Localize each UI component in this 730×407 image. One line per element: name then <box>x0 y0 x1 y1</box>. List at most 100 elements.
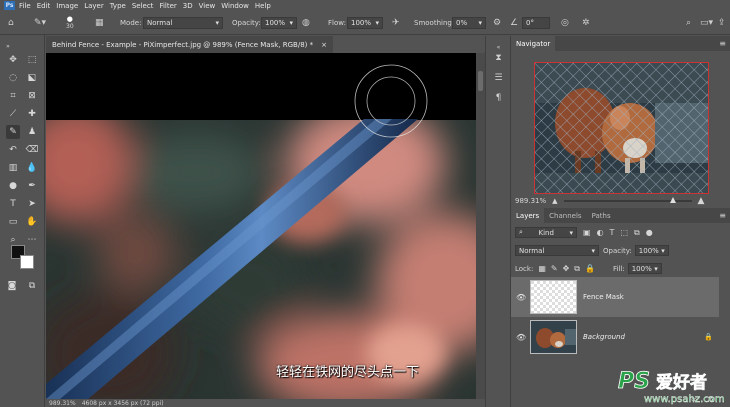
menu-select[interactable]: Select <box>132 2 154 10</box>
layer-name[interactable]: Fence Mask <box>583 293 624 301</box>
navigator-preview <box>535 63 708 193</box>
hand-tool-icon[interactable]: ✋ <box>25 215 39 229</box>
properties-panel-icon[interactable]: ☰ <box>493 72 504 83</box>
lock-position-icon[interactable]: ✥ <box>563 264 570 273</box>
gear-icon[interactable]: ⚙ <box>493 11 501 35</box>
lock-artboard-icon[interactable]: ⧉ <box>574 264 580 274</box>
menu-edit[interactable]: Edit <box>37 2 51 10</box>
lock-image-icon[interactable]: ✎ <box>551 264 558 273</box>
paragraph-panel-icon[interactable]: ¶ <box>493 92 504 103</box>
document-tab[interactable]: Behind Fence - Example - PiXimperfect.jp… <box>46 36 333 53</box>
document-tab-bar: Behind Fence - Example - PiXimperfect.jp… <box>46 36 481 53</box>
vertical-scrollbar[interactable] <box>476 53 485 399</box>
layer-name[interactable]: Background <box>583 333 625 341</box>
layer-row[interactable]: 👁 Background 🔒 <box>511 317 719 357</box>
tab-navigator[interactable]: Navigator <box>511 36 556 51</box>
path-selection-tool-icon[interactable]: ➤ <box>25 197 39 211</box>
lock-row: Lock: ▦ ✎ ✥ ⧉ 🔒 Fill: 100% ▾ <box>511 260 730 277</box>
lock-transparent-icon[interactable]: ▦ <box>538 264 546 273</box>
healing-brush-tool-icon[interactable]: ✚ <box>25 107 39 121</box>
filter-shape-icon[interactable]: ⬚ <box>620 228 628 237</box>
type-tool-icon[interactable]: T <box>6 197 20 211</box>
menu-image[interactable]: Image <box>56 2 78 10</box>
tab-paths[interactable]: Paths <box>587 208 616 223</box>
filter-adjustment-icon[interactable]: ◐ <box>597 228 604 237</box>
pressure-opacity-icon[interactable]: ◍ <box>302 11 310 35</box>
opacity-input[interactable]: 100% ▾ <box>261 17 297 29</box>
tab-channels[interactable]: Channels <box>544 208 586 223</box>
brush-size-picker[interactable]: ● 30 <box>66 11 74 35</box>
dodge-tool-icon[interactable]: ● <box>6 179 20 193</box>
marquee-tool-icon[interactable]: ⬚ <box>25 53 39 67</box>
eye-icon[interactable]: 👁 <box>516 293 526 302</box>
symmetry-icon[interactable]: ✲ <box>582 11 590 35</box>
angle-value: 0° <box>526 19 534 27</box>
status-zoom[interactable]: 989.31% <box>49 400 76 407</box>
history-panel-icon[interactable]: ⧗ <box>493 52 504 63</box>
crop-tool-icon[interactable]: ⌗ <box>6 89 20 103</box>
home-icon[interactable]: ⌂ <box>8 11 14 35</box>
pressure-size-icon[interactable]: ◎ <box>561 11 569 35</box>
gradient-tool-icon[interactable]: ▥ <box>6 161 20 175</box>
layer-opacity-input[interactable]: 100% ▾ <box>634 245 669 256</box>
lasso-tool-icon[interactable]: ◌ <box>6 71 20 85</box>
zoom-out-icon[interactable]: ▲ <box>552 197 557 205</box>
blend-mode-select[interactable]: Normal ▾ <box>515 245 599 256</box>
flow-input[interactable]: 100% ▾ <box>347 17 383 29</box>
clone-stamp-tool-icon[interactable]: ♟ <box>25 125 39 139</box>
screen-mode-icon[interactable]: ⧉ <box>25 279 39 293</box>
zoom-slider-handle[interactable] <box>669 196 676 203</box>
status-doc-info: 4608 px x 3456 px (72 ppi) <box>81 399 164 407</box>
zoom-in-icon[interactable]: ▲ <box>698 196 705 206</box>
menu-type[interactable]: Type <box>110 2 126 10</box>
navigator-zoom-slider[interactable] <box>563 196 692 203</box>
eye-icon[interactable]: 👁 <box>516 333 526 342</box>
layer-row[interactable]: 👁 Fence Mask <box>511 277 719 317</box>
filter-toggle-icon[interactable]: ● <box>646 228 653 237</box>
menu-view[interactable]: View <box>199 2 216 10</box>
layer-kind-filter[interactable]: ⌕ Kind ▾ <box>515 227 577 238</box>
brush-settings-icon[interactable]: ▦ <box>95 11 104 35</box>
brush-preset-icon[interactable]: ✎▾ <box>34 11 46 35</box>
filter-type-icon[interactable]: T <box>610 228 615 237</box>
menu-window[interactable]: Window <box>221 2 249 10</box>
more-tools-icon[interactable]: ⋯ <box>25 233 39 247</box>
workspace-icon[interactable]: ▭▾ <box>700 11 713 35</box>
close-icon[interactable]: × <box>321 41 327 49</box>
mode-select[interactable]: Normal ▾ <box>143 17 223 29</box>
eraser-tool-icon[interactable]: ⌫ <box>25 143 39 157</box>
filter-smart-object-icon[interactable]: ⧉ <box>634 228 640 238</box>
pen-tool-icon[interactable]: ✒ <box>25 179 39 193</box>
brush-tool-icon[interactable]: ✎ <box>6 125 20 139</box>
menu-file[interactable]: File <box>19 2 31 10</box>
fill-input[interactable]: 100% ▾ <box>627 263 662 274</box>
move-tool-icon[interactable]: ✥ <box>6 53 20 67</box>
eyedropper-tool-icon[interactable]: ⟋ <box>6 107 20 121</box>
document-canvas[interactable] <box>46 53 476 399</box>
search-icon[interactable]: ⌕ <box>686 11 691 35</box>
panel-menu-icon[interactable]: ≡ <box>719 39 726 48</box>
collapse-toolbar-icon[interactable]: » <box>3 39 13 53</box>
navigator-thumbnail[interactable] <box>534 62 709 194</box>
object-selection-tool-icon[interactable]: ⬕ <box>25 71 39 85</box>
menu-filter[interactable]: Filter <box>159 2 176 10</box>
quick-mask-icon[interactable]: ◙ <box>5 279 19 293</box>
panel-menu-icon[interactable]: ≡ <box>719 211 726 220</box>
menu-layer[interactable]: Layer <box>84 2 104 10</box>
lock-all-icon[interactable]: 🔒 <box>585 264 595 273</box>
menu-3d[interactable]: 3D <box>183 2 193 10</box>
blur-tool-icon[interactable]: 💧 <box>25 161 39 175</box>
menu-help[interactable]: Help <box>255 2 271 10</box>
history-brush-tool-icon[interactable]: ↶ <box>6 143 20 157</box>
angle-input[interactable]: 0° <box>522 17 550 29</box>
navigator-zoom-value[interactable]: 989.31% <box>515 197 546 205</box>
airbrush-icon[interactable]: ✈ <box>392 11 400 35</box>
share-icon[interactable]: ⇪ <box>718 11 726 35</box>
background-color-swatch[interactable] <box>20 255 34 269</box>
smoothing-input[interactable]: 0% ▾ <box>452 17 486 29</box>
frame-tool-icon[interactable]: ⊠ <box>25 89 39 103</box>
scrollbar-thumb[interactable] <box>478 71 483 91</box>
filter-pixel-icon[interactable]: ▣ <box>583 228 591 237</box>
rectangle-tool-icon[interactable]: ▭ <box>6 215 20 229</box>
tab-layers[interactable]: Layers <box>511 208 545 223</box>
